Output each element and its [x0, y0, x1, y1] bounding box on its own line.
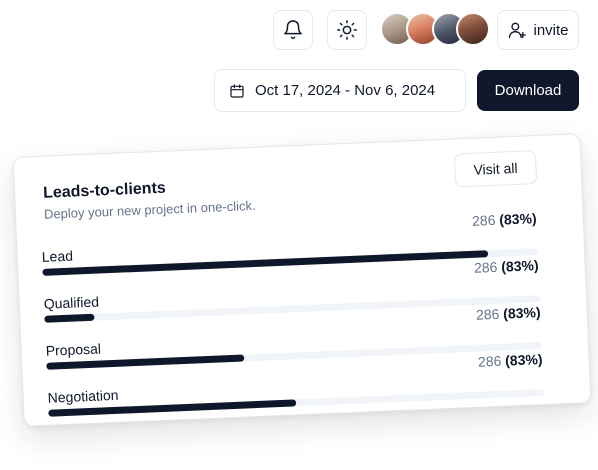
- row-label: Proposal: [45, 340, 102, 359]
- invite-label: invite: [533, 21, 569, 39]
- row-percent: (83%): [504, 351, 543, 369]
- date-range-picker[interactable]: Oct 17, 2024 - Nov 6, 2024: [214, 69, 466, 112]
- progress-fill: [42, 250, 489, 276]
- card-subtitle: Deploy your new project in one-click.: [43, 197, 256, 222]
- sun-icon: [337, 20, 357, 40]
- row-percent: (83%): [502, 304, 541, 322]
- row-stat: 286 (83%): [472, 210, 537, 229]
- notifications-button[interactable]: [273, 10, 313, 50]
- row-count: 286: [477, 352, 502, 370]
- row-label: Negotiation: [47, 386, 119, 406]
- row-stat: 286 (83%): [474, 257, 539, 276]
- row-percent: (83%): [498, 210, 537, 228]
- row-count: 286: [475, 305, 500, 323]
- progress-track: [48, 388, 545, 417]
- row-label: Qualified: [43, 293, 100, 312]
- date-range-text: Oct 17, 2024 - Nov 6, 2024: [255, 82, 436, 99]
- visit-all-button[interactable]: Visit all: [453, 150, 538, 188]
- leads-to-clients-card: Leads-to-clients Deploy your new project…: [12, 133, 592, 427]
- card-title: Leads-to-clients: [42, 179, 167, 202]
- download-button[interactable]: Download: [477, 70, 579, 111]
- calendar-icon: [230, 83, 244, 98]
- user-plus-icon: [509, 22, 527, 39]
- row-stat: 286 (83%): [478, 351, 543, 370]
- row-count: 286: [473, 258, 498, 276]
- progress-fill: [44, 313, 95, 323]
- row-count: 286: [471, 211, 496, 229]
- row-stat: 286 (83%): [476, 304, 541, 323]
- avatar-group[interactable]: [380, 12, 490, 48]
- bell-icon: [284, 20, 302, 39]
- row-label: Lead: [41, 247, 74, 265]
- invite-button[interactable]: invite: [497, 10, 579, 50]
- theme-toggle-button[interactable]: [327, 10, 367, 50]
- avatar: [456, 12, 490, 46]
- row-percent: (83%): [500, 257, 539, 275]
